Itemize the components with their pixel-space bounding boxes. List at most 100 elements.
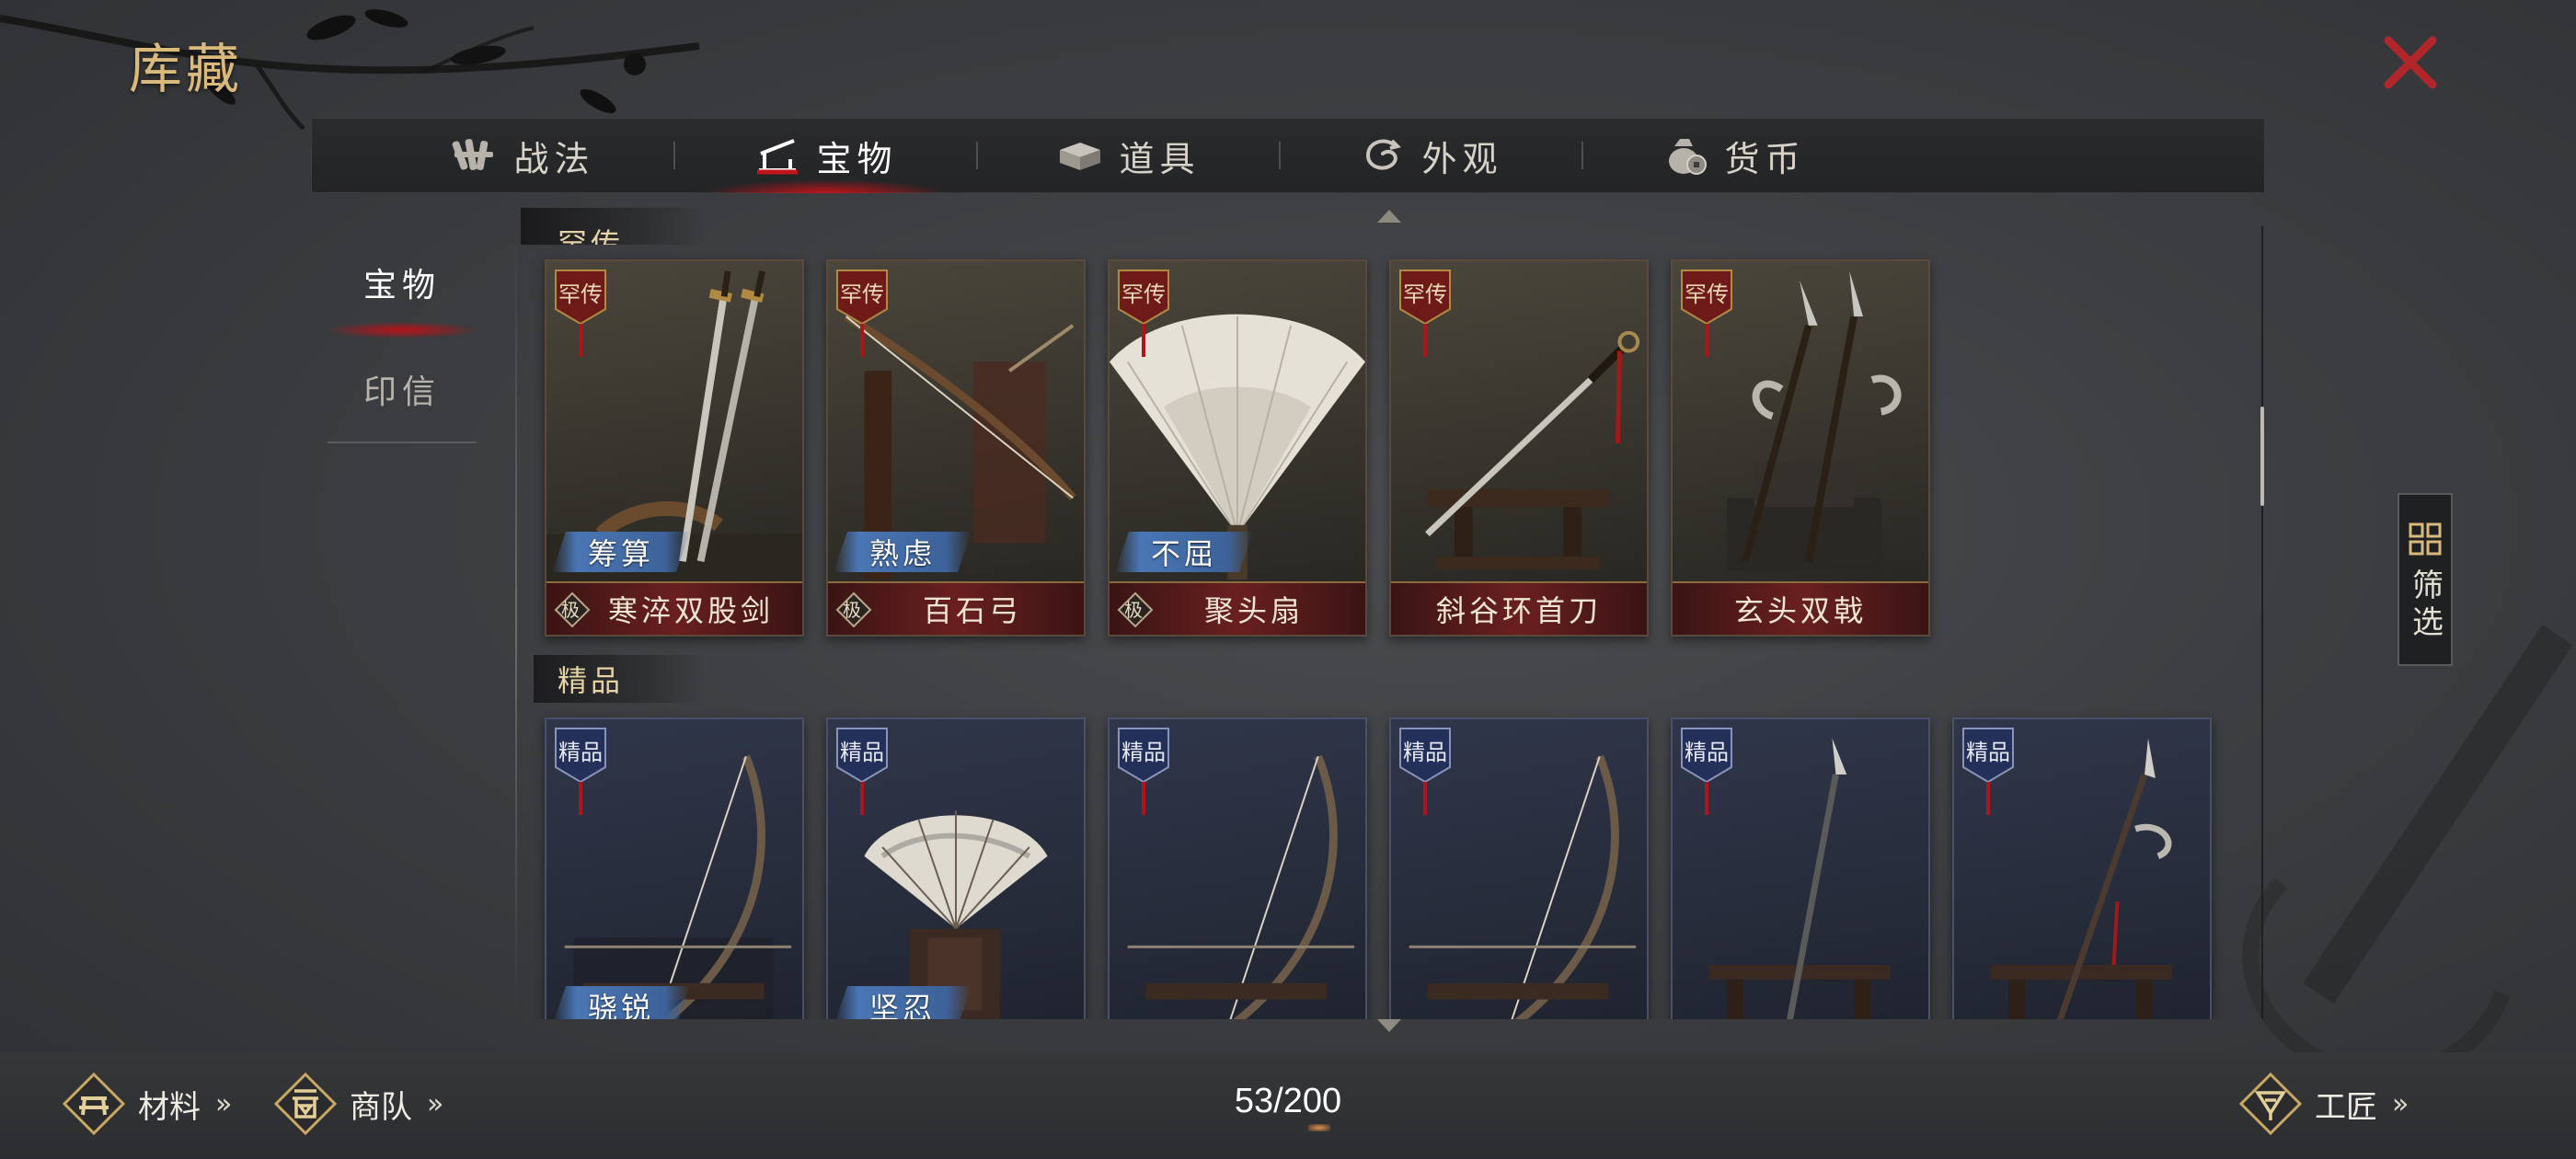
rank-text: 精品	[558, 740, 603, 765]
rank-text: 精品	[1403, 740, 1447, 765]
scrollbar-thumb[interactable]	[2260, 407, 2264, 506]
treasure-card-fine[interactable]: 精品	[1108, 717, 1367, 1019]
rank-text: 罕传	[1403, 281, 1447, 307]
money-bag-icon	[1669, 139, 1708, 175]
scroll-up-icon[interactable]	[1377, 210, 1401, 223]
section-title: 精品	[558, 663, 625, 698]
treasure-card-fine[interactable]: 精品	[1952, 717, 2212, 1019]
rank-text: 罕传	[840, 281, 884, 307]
tab-appearance[interactable]: 外观	[1281, 118, 1581, 193]
filter-label: 筛选	[2406, 568, 2444, 642]
rank-text: 精品	[840, 740, 884, 765]
section-header-fine: 精品	[534, 655, 705, 703]
rank-tag-icon: 罕传	[836, 270, 888, 357]
rank-tag-icon: 精品	[836, 728, 888, 815]
tab-label: 道具	[1119, 138, 1201, 179]
category-tabs: 战法 宝物 道具 外观 货币	[311, 118, 2265, 193]
svg-text:极: 极	[1124, 599, 1146, 621]
skill-tag: 坚忍	[834, 986, 972, 1019]
skill-tag: 骁锐	[552, 986, 690, 1019]
scroll-down-icon[interactable]	[1377, 1019, 1401, 1032]
count-glow	[1308, 1124, 1330, 1131]
chevron-icon: »	[2392, 1087, 2409, 1120]
treasure-card-fine[interactable]: 精品	[1671, 717, 1930, 1019]
rank-tag-icon: 精品	[555, 728, 606, 815]
grid-icon	[2409, 522, 2442, 556]
item-name: 玄头双戟	[1733, 593, 1867, 628]
rank-tag-icon: 精品	[1962, 728, 2014, 815]
treasure-card-rare[interactable]: 罕传 斜谷环首刀	[1389, 259, 1649, 637]
skill-tag: 筹算	[552, 532, 690, 572]
item-name-bar: 玄头双戟	[1673, 581, 1928, 635]
rank-text: 罕传	[1685, 281, 1729, 307]
treasure-card-rare[interactable]: 罕传 玄头双戟	[1671, 259, 1930, 637]
tab-label: 外观	[1421, 138, 1503, 179]
scroll-bundle-icon	[453, 139, 494, 170]
materials-icon	[62, 1072, 126, 1136]
grade-mark-icon: 极	[835, 591, 872, 628]
tab-label: 宝物	[816, 138, 898, 179]
item-name-bar: 极 百石弓	[828, 581, 1084, 635]
item-name-bar: 极 寒淬双股剑	[546, 581, 802, 635]
item-name: 聚头扇	[1203, 593, 1304, 628]
rank-text: 精品	[1966, 740, 2010, 765]
filter-button[interactable]: 筛选	[2398, 493, 2453, 666]
section-title: 罕传	[558, 226, 625, 245]
rank-tag-icon: 罕传	[1399, 270, 1451, 357]
item-name: 百石弓	[922, 593, 1022, 628]
rank-tag-icon: 精品	[1681, 728, 1732, 815]
swirl-icon	[1366, 139, 1402, 170]
materials-label: 材料	[138, 1088, 201, 1126]
treasure-grid: 罕传 筹算 极 寒淬双股剑 罕传 熟虑 极 百石弓 罕传 不屈 极 聚头扇 罕传…	[534, 245, 2260, 1019]
skill-tag: 不屈	[1115, 532, 1253, 572]
side-menu: 宝物 印信	[328, 230, 477, 443]
craftsman-label: 工匠	[2315, 1088, 2377, 1126]
rank-tag-icon: 罕传	[555, 270, 606, 357]
rank-tag-icon: 罕传	[1681, 270, 1732, 357]
side-item-seals[interactable]: 印信	[328, 337, 477, 443]
grade-mark-icon: 极	[554, 591, 591, 628]
caravan-label: 商队	[350, 1088, 412, 1126]
rank-text: 精品	[1685, 740, 1729, 765]
treasure-card-fine[interactable]: 精品 骁锐	[545, 717, 804, 1019]
rank-tag-icon: 精品	[1118, 728, 1169, 815]
treasure-card-fine[interactable]: 精品	[1389, 717, 1649, 1019]
skill-tag: 熟虑	[834, 532, 972, 572]
section-header-rare: 罕传	[521, 208, 705, 245]
close-icon[interactable]	[2381, 33, 2440, 92]
rank-text: 罕传	[558, 281, 603, 307]
caravan-icon	[273, 1072, 338, 1136]
rank-text: 罕传	[1121, 281, 1166, 307]
tab-treasures[interactable]: 宝物	[675, 118, 976, 193]
treasure-card-rare[interactable]: 罕传 不屈 极 聚头扇	[1108, 259, 1367, 637]
item-name: 寒淬双股剑	[607, 593, 774, 628]
materials-button[interactable]: 材料 »	[61, 1069, 232, 1139]
craftsman-button[interactable]: 工匠 »	[2237, 1069, 2409, 1139]
treasure-card-rare[interactable]: 罕传 熟虑 极 百石弓	[826, 259, 1086, 637]
tab-currency[interactable]: 货币	[1583, 118, 1884, 193]
chevron-icon: »	[427, 1087, 444, 1120]
item-name-bar: 极 聚头扇	[1110, 581, 1365, 635]
item-name-bar: 斜谷环首刀	[1391, 581, 1647, 635]
svg-text:极: 极	[561, 599, 583, 621]
tab-items[interactable]: 道具	[978, 118, 1279, 193]
tab-tactics[interactable]: 战法	[373, 118, 673, 193]
rank-tag-icon: 精品	[1399, 728, 1451, 815]
treasure-stand-icon	[757, 139, 799, 175]
grade-mark-icon: 极	[1117, 591, 1154, 628]
treasure-card-rare[interactable]: 罕传 筹算 极 寒淬双股剑	[545, 259, 804, 637]
storage-count: 53/200	[1234, 1082, 1342, 1120]
scroll-track	[2261, 226, 2263, 1019]
tab-label: 货币	[1724, 138, 1806, 179]
item-name: 斜谷环首刀	[1435, 593, 1602, 628]
tab-label: 战法	[513, 138, 595, 179]
craftsman-icon	[2238, 1072, 2303, 1136]
chevron-icon: »	[215, 1087, 233, 1120]
page-title: 库藏	[129, 38, 244, 100]
caravan-button[interactable]: 商队 »	[272, 1069, 443, 1139]
svg-text:极: 极	[843, 599, 865, 621]
treasure-card-fine[interactable]: 精品 坚忍	[826, 717, 1086, 1019]
side-item-treasures[interactable]: 宝物	[328, 230, 477, 339]
content-divider	[515, 226, 517, 1017]
box-icon	[1060, 143, 1101, 170]
